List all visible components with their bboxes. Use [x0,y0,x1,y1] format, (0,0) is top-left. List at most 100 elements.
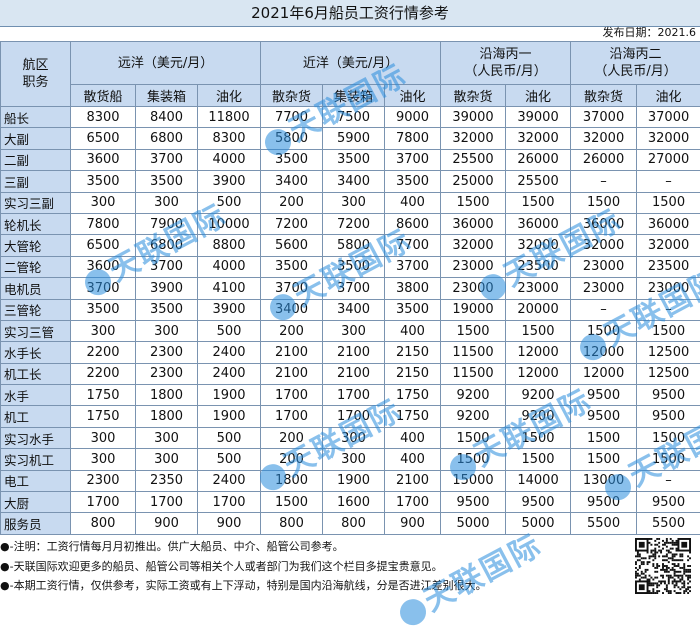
salary-cell: 2200 [71,363,136,384]
salary-cell: 2100 [261,342,323,363]
salary-cell: 5000 [441,513,506,534]
salary-cell: 3500 [71,171,136,192]
ship-type-header: 油化 [506,85,571,107]
header-row-groups: 航区 职务 远洋（美元/月） 近洋（美元/月） 沿海丙一 （人民币/月） 沿海丙… [1,42,700,85]
salary-cell: 3500 [261,256,323,277]
salary-cell: 3500 [323,256,385,277]
salary-cell: 400 [385,192,441,213]
salary-cell: 9500 [571,385,637,406]
salary-cell: 32000 [571,235,637,256]
salary-cell: 900 [385,513,441,534]
salary-cell: 32000 [441,235,506,256]
salary-cell: 2200 [71,342,136,363]
salary-cell: 2400 [198,470,261,491]
salary-cell: 300 [71,449,136,470]
salary-cell: 1700 [323,406,385,427]
salary-cell: 1500 [637,320,700,341]
salary-cell: 1500 [441,449,506,470]
salary-cell: 3800 [385,278,441,299]
salary-cell: 9500 [441,492,506,513]
salary-cell: 23500 [637,256,700,277]
salary-cell: 12000 [506,342,571,363]
salary-cell: 5600 [261,235,323,256]
salary-cell: 4000 [198,256,261,277]
salary-cell: 1500 [441,192,506,213]
salary-cell: 8300 [198,128,261,149]
salary-cell: 1500 [571,320,637,341]
salary-cell: 3700 [71,278,136,299]
salary-cell: 7800 [71,213,136,234]
salary-cell: 9200 [441,406,506,427]
salary-cell: 15000 [441,470,506,491]
rank-cell: 三副 [1,171,71,192]
salary-cell: 37000 [637,107,700,128]
table-row: 三副3500350039003400340035002500025500–– [1,171,700,192]
table-row: 实习三副3003005002003004001500150015001500 [1,192,700,213]
salary-cell: 2100 [323,342,385,363]
salary-cell: 2350 [136,470,198,491]
salary-cell: 1500 [261,492,323,513]
salary-cell: 9200 [506,385,571,406]
salary-cell: 1800 [136,406,198,427]
salary-cell: 1600 [323,492,385,513]
salary-cell: 300 [136,320,198,341]
salary-cell: 7200 [261,213,323,234]
salary-cell: 5800 [261,128,323,149]
salary-cell: 7200 [323,213,385,234]
group-header-ocean: 远洋（美元/月） [71,42,261,85]
salary-cell: 7700 [261,107,323,128]
salary-cell: 2150 [385,342,441,363]
salary-cell: 9500 [637,385,700,406]
salary-cell: 5900 [323,128,385,149]
salary-cell: 36000 [441,213,506,234]
ship-type-header: 散货船 [71,85,136,107]
rank-cell: 三管轮 [1,299,71,320]
salary-cell: 8800 [198,235,261,256]
corner-bottom: 职务 [22,75,48,90]
table-row: 机工长2200230024002100210021501150012000120… [1,363,700,384]
salary-cell: 9500 [571,492,637,513]
salary-cell: 9200 [506,406,571,427]
salary-cell: 10000 [198,213,261,234]
salary-cell: 1500 [637,449,700,470]
salary-cell: 500 [198,449,261,470]
ship-type-header: 油化 [198,85,261,107]
salary-cell: 200 [261,192,323,213]
salary-cell: 32000 [571,128,637,149]
salary-cell: 1750 [385,406,441,427]
ship-type-header: 散杂货 [441,85,506,107]
salary-cell: 2300 [136,363,198,384]
table-body: 船长83008400118007700750090003900039000370… [1,107,700,535]
salary-cell: 36000 [637,213,700,234]
salary-cell: 3500 [323,149,385,170]
salary-cell: 200 [261,427,323,448]
salary-cell: 3700 [385,256,441,277]
rank-cell: 实习机工 [1,449,71,470]
rank-cell: 电机员 [1,278,71,299]
salary-cell: 400 [385,320,441,341]
salary-cell: 3900 [198,299,261,320]
salary-cell: 1700 [323,385,385,406]
salary-cell: 1900 [323,470,385,491]
table-row: 船长83008400118007700750090003900039000370… [1,107,700,128]
salary-cell: 900 [198,513,261,534]
salary-cell: 3600 [71,149,136,170]
salary-cell: 200 [261,449,323,470]
salary-cell: 23000 [637,278,700,299]
salary-cell: 23000 [571,278,637,299]
group-header-coastal-1: 沿海丙一 （人民币/月） [441,42,571,85]
salary-cell: 1750 [385,385,441,406]
table-row: 电工23002350240018001900210015000140001300… [1,470,700,491]
salary-cell: 3600 [71,256,136,277]
rank-cell: 实习三管 [1,320,71,341]
salary-cell: 2300 [136,342,198,363]
salary-cell: 12500 [637,363,700,384]
salary-cell: 6800 [136,128,198,149]
salary-cell: 1700 [385,492,441,513]
salary-cell: 300 [71,192,136,213]
table-row: 实习机工3003005002003004001500150015001500 [1,449,700,470]
salary-cell: 26000 [571,149,637,170]
rank-cell: 轮机长 [1,213,71,234]
salary-cell: – [571,171,637,192]
salary-cell: 11500 [441,363,506,384]
